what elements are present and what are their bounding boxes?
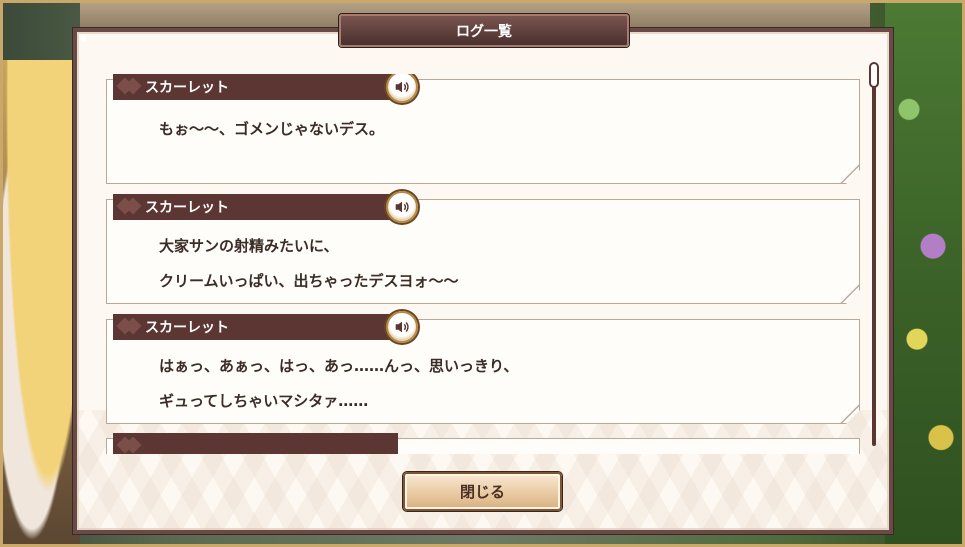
scrollbar-thumb[interactable] — [869, 62, 879, 88]
speaker-name-bar: スカーレット — [113, 194, 398, 220]
speaker-icon — [395, 321, 409, 333]
close-button[interactable]: 閉じる — [403, 472, 562, 511]
voice-replay-button[interactable] — [386, 311, 418, 343]
speaker-name: スカーレット — [145, 200, 229, 216]
speaker-name-bar: スカーレット — [113, 74, 398, 100]
log-list[interactable]: スカーレット もぉ〜〜、ゴメンじゃないデス。 スカーレット 大家サンの射精みたい… — [106, 74, 861, 454]
speaker-name: スカーレット — [145, 320, 229, 336]
dialog-title: ログ一覧 — [339, 14, 629, 47]
dialogue-line: もぉ〜〜、ゴメンじゃないデス。 — [159, 120, 385, 138]
scrollbar-track[interactable] — [872, 66, 876, 446]
dialogue-line: ギュってしちゃいマシタァ…… — [159, 392, 369, 410]
speaker-name: スカーレット — [145, 80, 229, 96]
corner-ornament — [878, 519, 887, 528]
voice-replay-button[interactable] — [386, 191, 418, 223]
speaker-icon — [395, 81, 409, 93]
speaker-icon — [395, 201, 409, 213]
corner-ornament — [79, 34, 88, 43]
background-character — [0, 60, 80, 547]
speaker-name-bar: スカーレット — [113, 314, 398, 340]
dialogue-line: クリームいっぱい、出ちゃったデスヨォ〜〜 — [159, 272, 459, 290]
dialogue-line: はぁっ、あぁっ、はっ、あっ……んっ、思いっきり、 — [159, 357, 519, 375]
background-flowers — [885, 0, 965, 547]
speaker-name-bar — [113, 433, 398, 454]
dialogue-line: 大家サンの射精みたいに、 — [159, 237, 339, 255]
